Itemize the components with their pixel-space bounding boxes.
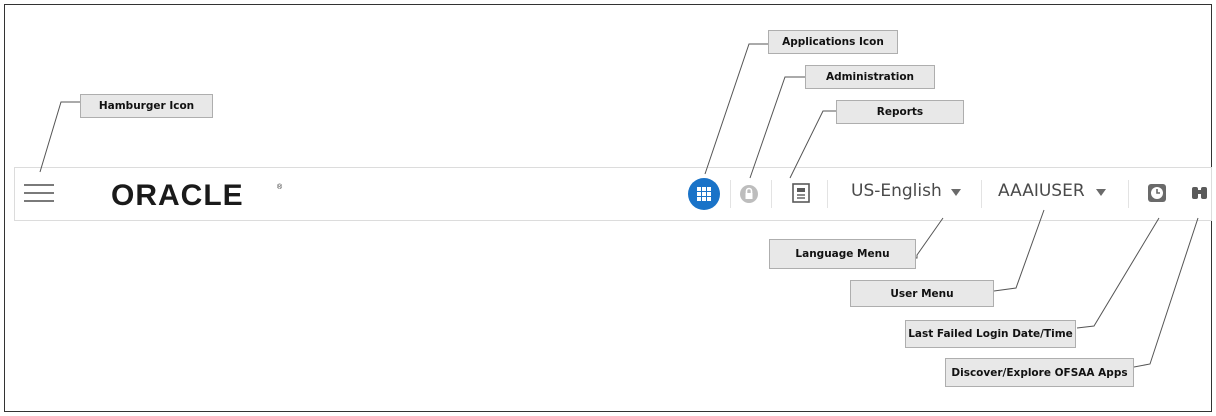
divider bbox=[827, 180, 828, 208]
header-bar: ORACLE ® US-English AAAIUSER bbox=[14, 167, 1212, 221]
callout-hamburger: Hamburger Icon bbox=[80, 94, 213, 118]
logo-text: ORACLE bbox=[111, 179, 244, 211]
divider bbox=[771, 180, 772, 208]
user-menu[interactable]: AAAIUSER bbox=[998, 181, 1085, 201]
callout-user-menu: User Menu bbox=[850, 280, 994, 307]
chevron-down-icon[interactable] bbox=[951, 189, 961, 196]
oracle-logo: ORACLE ® bbox=[111, 179, 283, 211]
report-icon[interactable] bbox=[792, 183, 810, 203]
callout-reports: Reports bbox=[836, 100, 964, 124]
svg-text:®: ® bbox=[277, 183, 283, 191]
language-menu[interactable]: US-English bbox=[851, 181, 942, 201]
callout-discover: Discover/Explore OFSAA Apps bbox=[945, 358, 1134, 387]
callout-applications: Applications Icon bbox=[768, 30, 898, 54]
binoculars-icon[interactable] bbox=[1191, 184, 1209, 202]
hamburger-icon[interactable] bbox=[24, 184, 54, 204]
divider bbox=[981, 180, 982, 208]
lock-icon[interactable] bbox=[739, 184, 759, 204]
callout-administration: Administration bbox=[805, 65, 935, 89]
callout-language-menu: Language Menu bbox=[769, 239, 916, 269]
callout-last-failed-login: Last Failed Login Date/Time bbox=[905, 320, 1076, 348]
chevron-down-icon[interactable] bbox=[1096, 189, 1106, 196]
clock-icon[interactable] bbox=[1147, 183, 1167, 203]
grid-icon[interactable] bbox=[687, 177, 721, 211]
divider bbox=[1128, 180, 1129, 208]
divider bbox=[730, 180, 731, 208]
